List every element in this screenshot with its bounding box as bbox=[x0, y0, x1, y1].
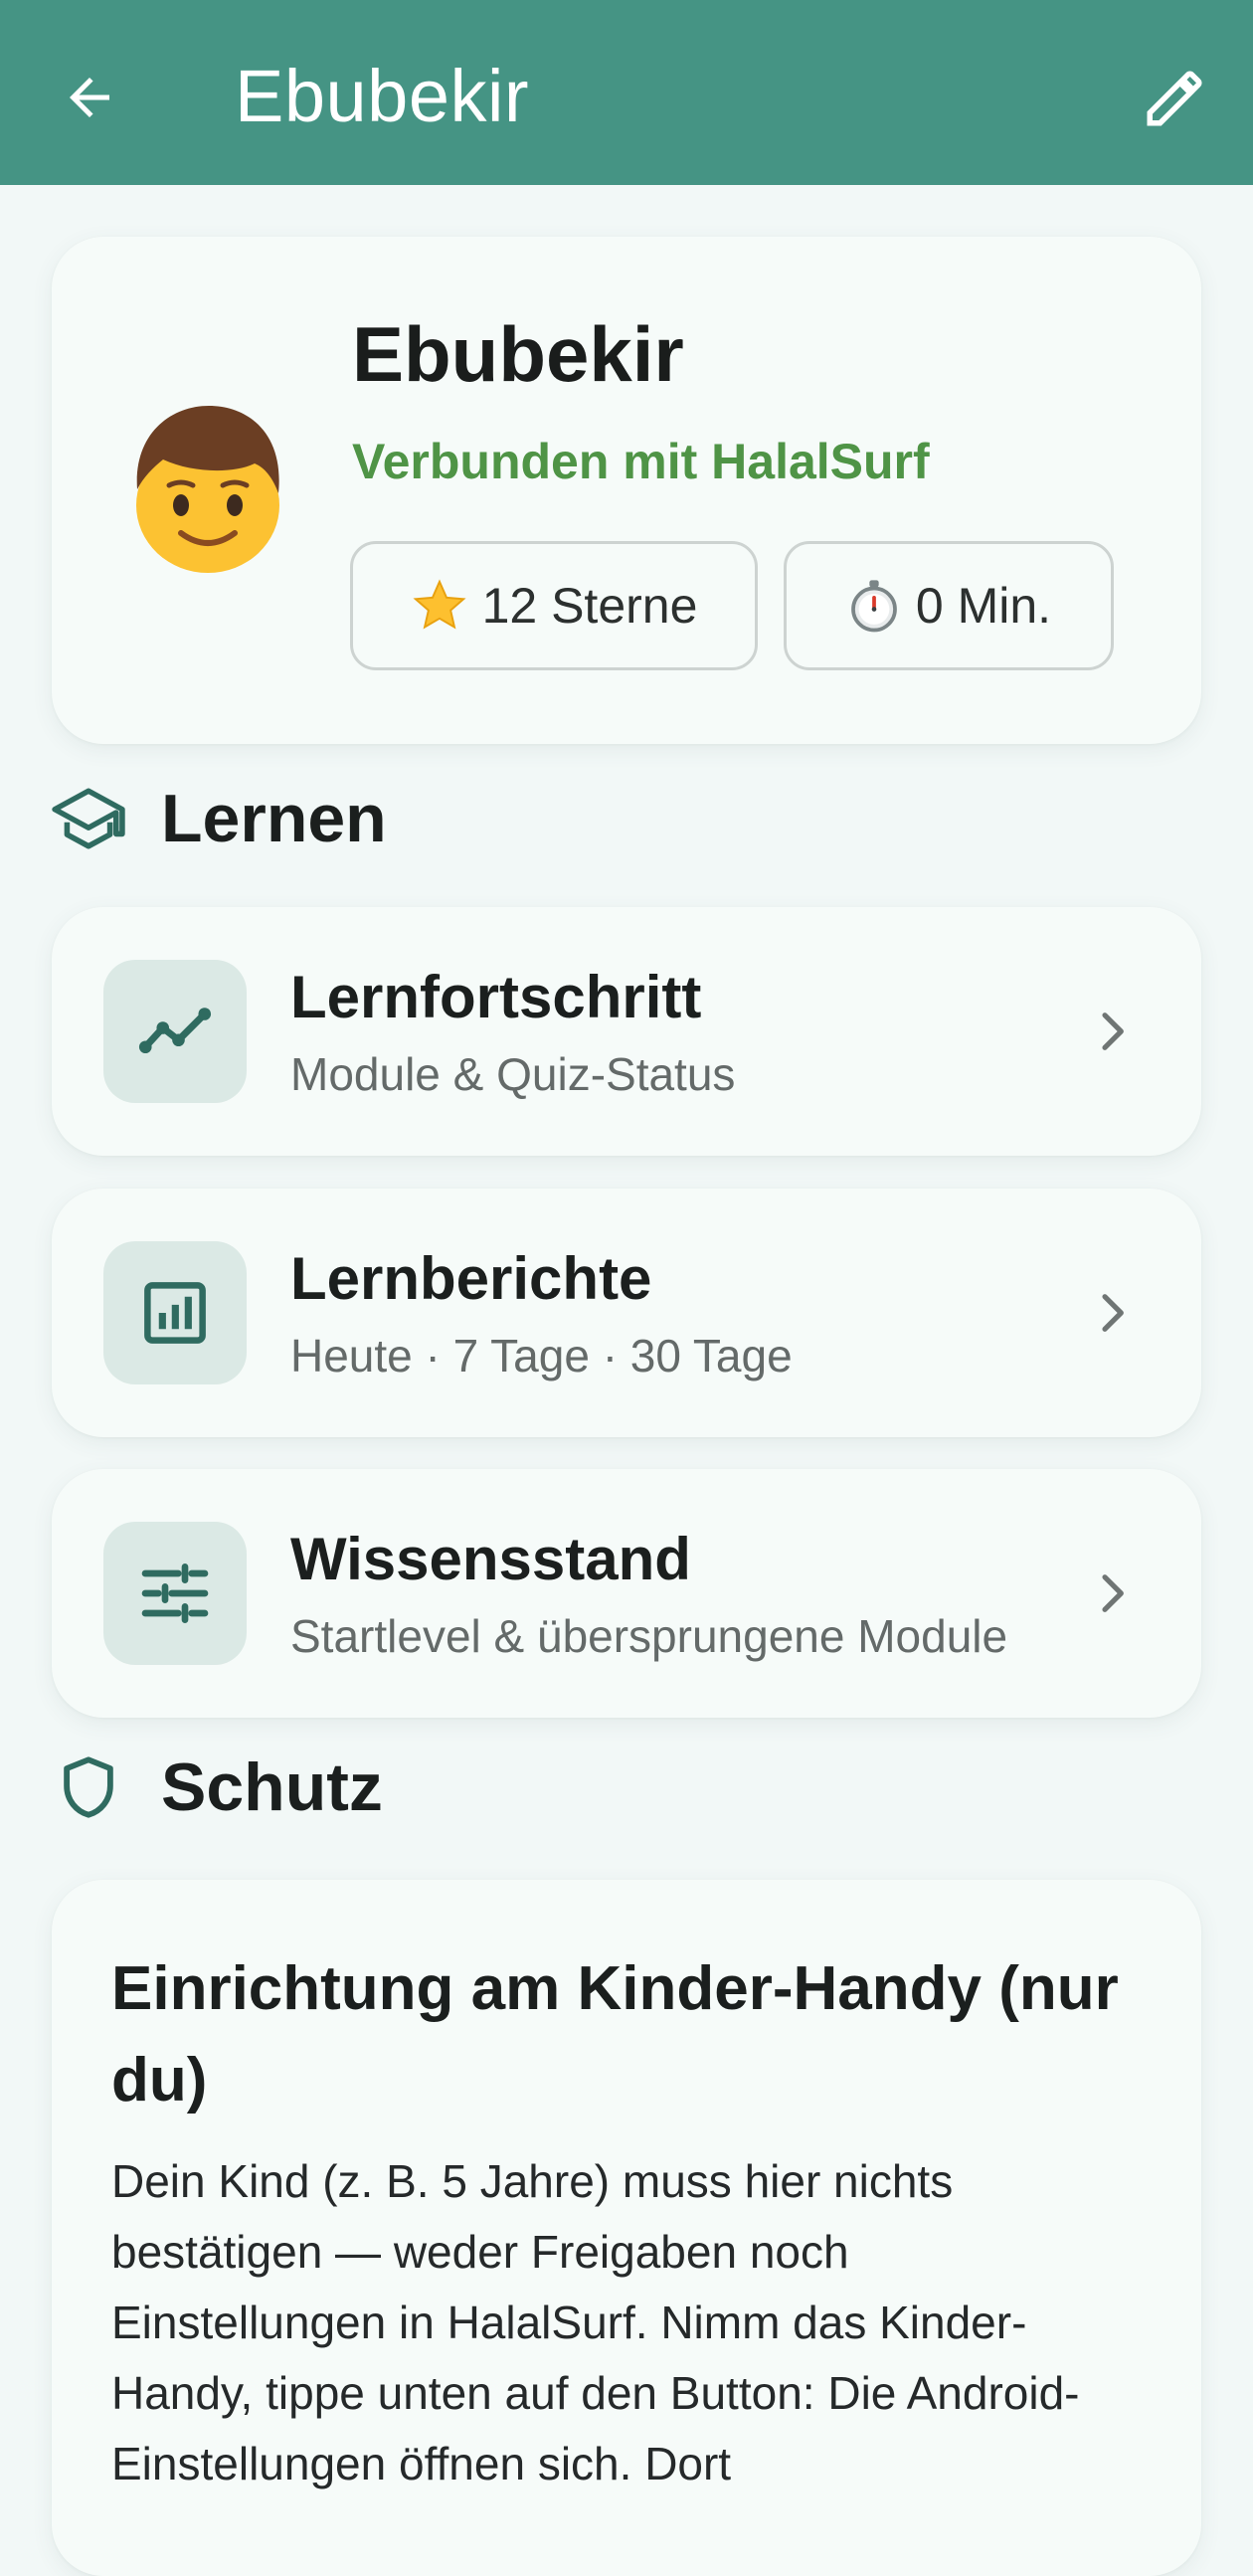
item-title: Lernfortschritt bbox=[290, 964, 702, 1030]
screen-time-chip[interactable]: 0 Min. bbox=[784, 541, 1114, 670]
item-subtitle: Startlevel & übersprungene Module bbox=[290, 1610, 1008, 1662]
connection-status: Verbunden mit HalalSurf bbox=[352, 434, 930, 489]
section-header-learn: Lernen bbox=[52, 774, 387, 863]
arrow-back-icon[interactable] bbox=[60, 68, 119, 127]
chevron-right-icon bbox=[1082, 1283, 1142, 1343]
setup-title: Einrichtung am Kinder-Handy (nur du) bbox=[111, 1954, 1119, 2115]
bar-chart-icon bbox=[103, 1241, 247, 1384]
stars-label: 12 Sterne bbox=[481, 578, 698, 634]
app-bar: Ebubekir bbox=[0, 0, 1253, 185]
list-item-learning-reports[interactable]: Lernberichte Heute · 7 Tage · 30 Tage bbox=[52, 1189, 1201, 1437]
boy-emoji-icon bbox=[123, 394, 292, 573]
setup-body: Dein Kind (z. B. 5 Jahre) muss hier nich… bbox=[111, 2155, 1080, 2489]
item-subtitle: Module & Quiz-Status bbox=[290, 1048, 736, 1100]
list-item-learning-progress[interactable]: Lernfortschritt Module & Quiz-Status bbox=[52, 907, 1201, 1156]
stopwatch-emoji-icon bbox=[846, 578, 902, 634]
item-title: Lernberichte bbox=[290, 1245, 652, 1312]
shield-icon bbox=[52, 1750, 125, 1824]
sliders-tune-icon bbox=[103, 1522, 247, 1665]
section-label-protect: Schutz bbox=[161, 1749, 383, 1825]
section-label-learn: Lernen bbox=[161, 781, 387, 856]
section-header-protect: Schutz bbox=[52, 1743, 383, 1832]
item-subtitle: Heute · 7 Tage · 30 Tage bbox=[290, 1330, 793, 1381]
stars-chip[interactable]: 12 Sterne bbox=[350, 541, 758, 670]
page-title: Ebubekir bbox=[235, 55, 530, 137]
item-title: Wissensstand bbox=[290, 1526, 691, 1592]
graduation-cap-icon bbox=[52, 782, 125, 855]
profile-card: Ebubekir Verbunden mit HalalSurf 12 Ster… bbox=[52, 237, 1201, 744]
time-label: 0 Min. bbox=[915, 578, 1052, 634]
chevron-right-icon bbox=[1082, 1002, 1142, 1061]
setup-instructions-card: Einrichtung am Kinder-Handy (nur du) Dei… bbox=[52, 1880, 1201, 2576]
pencil-edit-icon[interactable] bbox=[1140, 64, 1209, 133]
trend-line-icon bbox=[103, 960, 247, 1103]
list-item-knowledge-level[interactable]: Wissensstand Startlevel & übersprungene … bbox=[52, 1469, 1201, 1718]
child-name: Ebubekir bbox=[352, 310, 684, 398]
chevron-right-icon bbox=[1082, 1564, 1142, 1623]
star-emoji-icon bbox=[411, 577, 468, 635]
